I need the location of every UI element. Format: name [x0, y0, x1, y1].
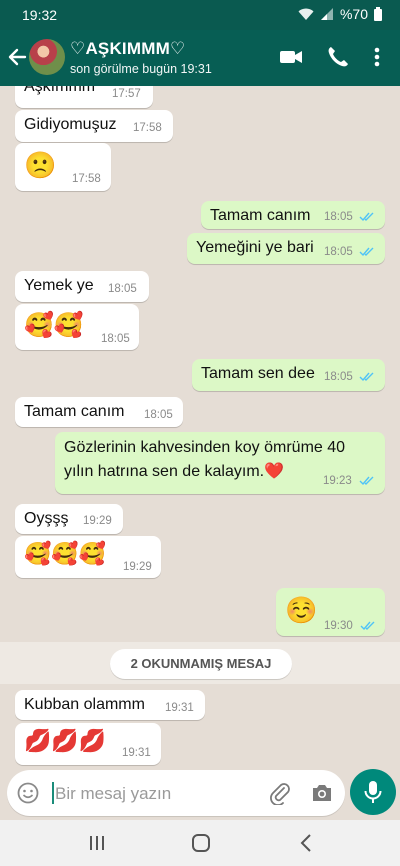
read-receipt-icon — [359, 476, 374, 486]
message-emoji: 🙁 — [24, 151, 57, 181]
message-incoming[interactable]: Kubban olammm 19:31 — [15, 690, 205, 720]
more-vert-icon[interactable] — [366, 44, 388, 70]
battery-percent: %70 — [339, 6, 368, 22]
message-time: 19:31 — [165, 702, 194, 714]
read-receipt-icon — [359, 372, 374, 382]
message-incoming[interactable]: Tamam canım 18:05 — [15, 397, 183, 427]
message-text: Gözlerinin kahvesinden koy ömrüme 40 yıl… — [64, 439, 346, 480]
message-outgoing[interactable]: ☺️ 19:30 — [276, 588, 385, 636]
message-incoming[interactable]: Yemek ye 18:05 — [15, 271, 149, 302]
message-incoming[interactable]: 🥰🥰 18:05 — [15, 304, 139, 350]
camera-icon[interactable] — [310, 782, 334, 804]
message-outgoing[interactable]: Gözlerinin kahvesinden koy ömrüme 40 yıl… — [55, 432, 385, 494]
chat-header: ♡AŞKIMMM♡ son görülme bugün 19:31 — [0, 30, 400, 86]
battery-icon — [374, 7, 382, 21]
mic-icon — [364, 781, 382, 803]
video-call-icon[interactable] — [278, 44, 304, 70]
back-nav-icon[interactable] — [292, 830, 322, 856]
message-time: 19:23 — [323, 475, 352, 487]
message-input-placeholder: Bir mesaj yazın — [55, 784, 172, 803]
message-list[interactable]: Aşkımmm 17:57 Gidiyomuşuz 17:58 🙁 17:58 … — [0, 86, 400, 768]
back-arrow-icon[interactable] — [6, 44, 28, 70]
system-nav-bar — [0, 820, 400, 866]
avatar[interactable] — [29, 39, 65, 75]
unread-banner: 2 OKUNMAMIŞ MESAJ — [110, 649, 292, 679]
message-text: Aşkımmm — [24, 86, 96, 95]
message-incoming[interactable]: Aşkımmm 17:57 — [15, 86, 153, 108]
message-time: 18:05 — [324, 371, 353, 383]
message-time: 17:57 — [112, 88, 141, 100]
message-incoming[interactable]: 💋💋💋 19:31 — [15, 723, 161, 765]
emoji-icon[interactable] — [17, 782, 39, 804]
recent-apps-icon[interactable] — [82, 830, 112, 856]
message-time: 19:31 — [122, 747, 151, 759]
unread-divider: 2 OKUNMAMIŞ MESAJ — [0, 642, 400, 684]
signal-icon — [320, 8, 333, 20]
mic-button[interactable] — [350, 769, 396, 815]
status-time: 19:32 — [22, 7, 58, 23]
message-time: 18:05 — [108, 283, 137, 295]
status-icons: %70 — [298, 6, 382, 22]
message-text: Tamam canım — [210, 207, 311, 224]
message-time: 17:58 — [133, 122, 162, 134]
message-text: Oyşşş — [24, 510, 69, 527]
contact-name[interactable]: ♡AŞKIMMM♡ — [70, 39, 185, 59]
read-receipt-icon — [359, 247, 374, 257]
read-receipt-icon — [360, 621, 375, 631]
status-bar: 19:32 %70 — [0, 0, 400, 30]
message-text: Yemeğini ye bari — [196, 239, 314, 256]
message-time: 19:29 — [123, 561, 152, 573]
wifi-icon — [298, 8, 314, 20]
attach-icon[interactable] — [269, 781, 291, 805]
message-time: 19:30 — [324, 620, 353, 632]
message-incoming[interactable]: 🥰🥰🥰 19:29 — [15, 536, 161, 578]
message-emoji: 💋💋💋 — [24, 729, 107, 754]
message-emoji: 🥰🥰🥰 — [24, 542, 107, 567]
message-outgoing[interactable]: Tamam canım 18:05 — [201, 201, 385, 229]
message-incoming[interactable]: Gidiyomuşuz 17:58 — [15, 110, 173, 142]
message-input[interactable]: Bir mesaj yazın — [7, 770, 345, 816]
last-seen-status: son görülme bugün 19:31 — [70, 62, 212, 76]
message-incoming[interactable]: Oyşşş 19:29 — [15, 504, 123, 534]
message-outgoing[interactable]: Yemeğini ye bari 18:05 — [187, 233, 385, 264]
text-cursor — [52, 782, 54, 804]
message-time: 18:05 — [101, 333, 130, 345]
message-text: Kubban olammm — [24, 696, 145, 713]
message-time: 18:05 — [324, 211, 353, 223]
message-outgoing[interactable]: Tamam sen dee 18:05 — [192, 359, 385, 391]
message-emoji: ☺️ — [285, 596, 318, 626]
message-text: Tamam canım — [24, 403, 125, 420]
home-icon[interactable] — [186, 830, 216, 856]
message-incoming[interactable]: 🙁 17:58 — [15, 143, 111, 191]
message-text: Tamam sen dee — [201, 365, 315, 382]
message-text: Yemek ye — [24, 277, 94, 294]
read-receipt-icon — [359, 212, 374, 222]
message-time: 18:05 — [144, 409, 173, 421]
message-time: 17:58 — [72, 173, 101, 185]
message-emoji: 🥰🥰 — [24, 311, 84, 339]
composer-bar: Bir mesaj yazın — [0, 768, 400, 820]
message-text: Gidiyomuşuz — [24, 116, 117, 133]
message-time: 19:29 — [83, 515, 112, 527]
message-time: 18:05 — [324, 246, 353, 258]
phone-icon[interactable] — [325, 44, 351, 70]
